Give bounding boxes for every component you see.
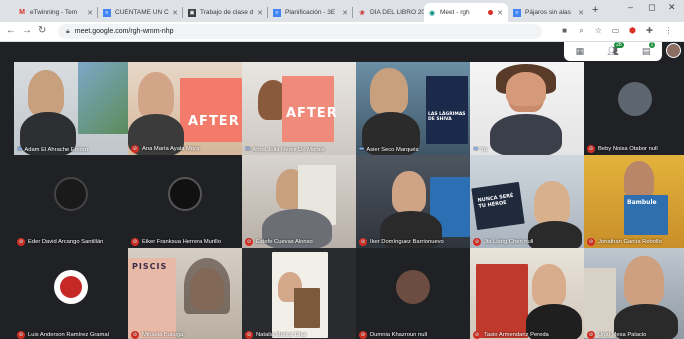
participant-tile[interactable]: LAS LÁGRIMAS DE SHIVA ••• Asier Seco Marq… xyxy=(356,62,470,155)
avatar xyxy=(618,82,652,116)
close-window-button[interactable]: ✕ xyxy=(668,2,676,13)
audio-level-icon: ••• xyxy=(473,146,478,153)
close-tab-icon[interactable]: ✕ xyxy=(341,9,349,17)
mic-off-icon: ⊘ xyxy=(131,145,139,153)
book-image xyxy=(180,78,242,142)
docs-icon: ≡ xyxy=(273,8,281,17)
mic-off-icon: ⊘ xyxy=(473,238,481,246)
zoom-icon[interactable]: ⌕ xyxy=(577,26,586,35)
participant-tile[interactable]: ⊘ Estefe Cuevas Alonso xyxy=(242,155,356,248)
participant-tile[interactable]: ⊘ Beby Noisa Otabor null xyxy=(584,62,684,155)
participant-tile[interactable]: ⊘ Eiker Franksua Herrera Murillo xyxy=(128,155,242,248)
close-tab-icon[interactable]: ✕ xyxy=(256,9,264,17)
lock-icon: 🔒︎ xyxy=(66,27,70,35)
meet-icon: ◉ xyxy=(428,9,436,17)
classroom-icon: ▣ xyxy=(188,8,196,17)
mic-off-icon: ⊘ xyxy=(131,238,139,246)
url-field[interactable]: 🔒︎ meet.google.com/rgh-wmm-nhp xyxy=(58,24,542,39)
student-image xyxy=(370,68,408,114)
participant-tile[interactable]: ⊘ Tasio Armendariz Pereda xyxy=(470,248,584,339)
student-image xyxy=(624,256,664,306)
mic-off-icon: ⊘ xyxy=(587,238,595,246)
tab-pajaros[interactable]: ≡ Pájaros sin alas ✕ xyxy=(509,3,589,22)
mic-off-icon: ⊘ xyxy=(587,331,595,339)
participant-tile[interactable]: NUNCA SERÉ TU HÉROE ⊘ Jia Liang Chen null xyxy=(470,155,584,248)
participant-tile[interactable]: PISCIS ⊘ Mihaela Bulaiga xyxy=(128,248,242,339)
back-arrow-icon[interactable]: ← xyxy=(6,25,16,36)
cast-icon[interactable]: ▭ xyxy=(611,26,620,35)
student-image xyxy=(532,264,566,306)
book-image xyxy=(476,264,528,338)
book-image xyxy=(584,268,616,338)
participant-tile[interactable]: AFTER ⊘ Ana María Ayala Mora xyxy=(128,62,242,155)
meet-grid: ▦ 👥︎ 28 ▤ 1 ••• Adam El Ahrache Emran AFTER… xyxy=(0,42,684,339)
close-tab-icon[interactable]: ✕ xyxy=(496,9,504,17)
tab-cuentame[interactable]: ≡ CUÉNTAME UN C ✕ xyxy=(99,3,183,22)
gmail-icon: M xyxy=(19,9,25,16)
participant-tile[interactable]: ⊘ Natalia Muñoz Díaz xyxy=(242,248,356,339)
reload-icon[interactable]: ↻ xyxy=(38,25,46,36)
star-icon[interactable]: ☆ xyxy=(594,26,603,35)
tab-planificacion[interactable]: ≡ Planificación - 3E ✕ xyxy=(269,3,353,22)
forward-arrow-icon[interactable]: → xyxy=(22,25,32,36)
mascot-icon xyxy=(60,276,82,298)
avatar xyxy=(54,270,88,304)
tile-layout-icon[interactable]: ▦ xyxy=(576,46,585,57)
docs-icon: ≡ xyxy=(103,8,111,17)
mic-off-icon: ⊘ xyxy=(587,145,595,153)
participant-tile[interactable]: ⊘ Luis Anderson Ramírez Gramal xyxy=(14,248,128,339)
participant-tile[interactable]: AFTER ••• Anna Julia Neres De Morais xyxy=(242,62,356,155)
mic-off-icon: ⊘ xyxy=(473,331,481,339)
participant-tile[interactable]: ••• Adam El Ahrache Emran xyxy=(14,62,128,155)
rose-icon: ❀ xyxy=(359,9,365,17)
mic-off-icon: ⊘ xyxy=(359,238,367,246)
tab-trabajo-clase[interactable]: ▣ Trabajo de clase d ✕ xyxy=(184,3,268,22)
mic-off-icon: ⊘ xyxy=(17,238,25,246)
camera-icon[interactable]: ■ xyxy=(560,26,569,35)
avatar xyxy=(54,177,88,211)
meet-top-toolbar: ▦ 👥︎ 28 ▤ 1 xyxy=(564,42,662,61)
audio-level-icon: ••• xyxy=(245,146,250,153)
audio-level-icon: ••• xyxy=(359,146,364,153)
more-menu-icon[interactable]: ⋮ xyxy=(664,26,673,35)
mic-off-icon: ⊘ xyxy=(245,238,253,246)
mic-off-icon: ⊘ xyxy=(245,331,253,339)
mic-off-icon: ⊘ xyxy=(131,331,139,339)
participant-tile[interactable]: ⊘ Eder David Arcango Santillán xyxy=(14,155,128,248)
extension-shield-icon[interactable]: ⬢ xyxy=(628,26,637,35)
browser-tab-bar: M eTwinning - Tem ✕ ≡ CUÉNTAME UN C ✕ ▣ … xyxy=(0,0,684,22)
minimize-button[interactable]: – xyxy=(628,2,633,12)
tab-meet[interactable]: ◉ Meet - rgh ✕ xyxy=(424,3,508,22)
people-icon[interactable]: 👥︎ 28 xyxy=(607,42,624,57)
mic-off-icon: ⊘ xyxy=(17,331,25,339)
avatar[interactable] xyxy=(666,43,681,58)
participant-tile[interactable]: ⊘ Iker Domínguez Barrionuevo xyxy=(356,155,470,248)
participant-tile[interactable]: Bambule ⊘ Jonathan Garcia Rebollo xyxy=(584,155,684,248)
mic-off-icon: ⊘ xyxy=(359,331,367,339)
close-tab-icon[interactable]: ✕ xyxy=(171,9,179,17)
chat-icon[interactable]: ▤ 1 xyxy=(642,42,656,57)
participant-tile[interactable]: ••• Tú xyxy=(470,62,584,155)
avatar xyxy=(396,270,430,304)
docs-icon: ≡ xyxy=(513,8,521,17)
student-image xyxy=(28,70,64,116)
participant-tile[interactable]: ⊘ Dumnia Khazroun null xyxy=(356,248,470,339)
book-image xyxy=(426,76,468,144)
audio-level-icon: ••• xyxy=(17,146,22,153)
new-tab-button[interactable]: + xyxy=(592,4,598,16)
avatar xyxy=(168,177,202,211)
student-image xyxy=(138,72,174,118)
address-bar-row: ← → ↻ 🔒︎ meet.google.com/rgh-wmm-nhp ■ ⌕… xyxy=(0,22,684,42)
book-image xyxy=(78,62,128,134)
student-image xyxy=(534,181,570,225)
close-tab-icon[interactable]: ✕ xyxy=(86,9,94,17)
close-tab-icon[interactable]: ✕ xyxy=(577,9,585,17)
maximize-button[interactable]: ◻ xyxy=(648,2,655,13)
student-image xyxy=(392,171,426,213)
extensions-icon[interactable]: ✚ xyxy=(645,26,654,35)
tab-etwinning[interactable]: M eTwinning - Tem ✕ xyxy=(14,3,98,22)
student-image xyxy=(624,161,654,199)
recording-dot-icon xyxy=(488,10,493,15)
participant-tile[interactable]: ⊘ Unai Mesa Palacio xyxy=(584,248,684,339)
